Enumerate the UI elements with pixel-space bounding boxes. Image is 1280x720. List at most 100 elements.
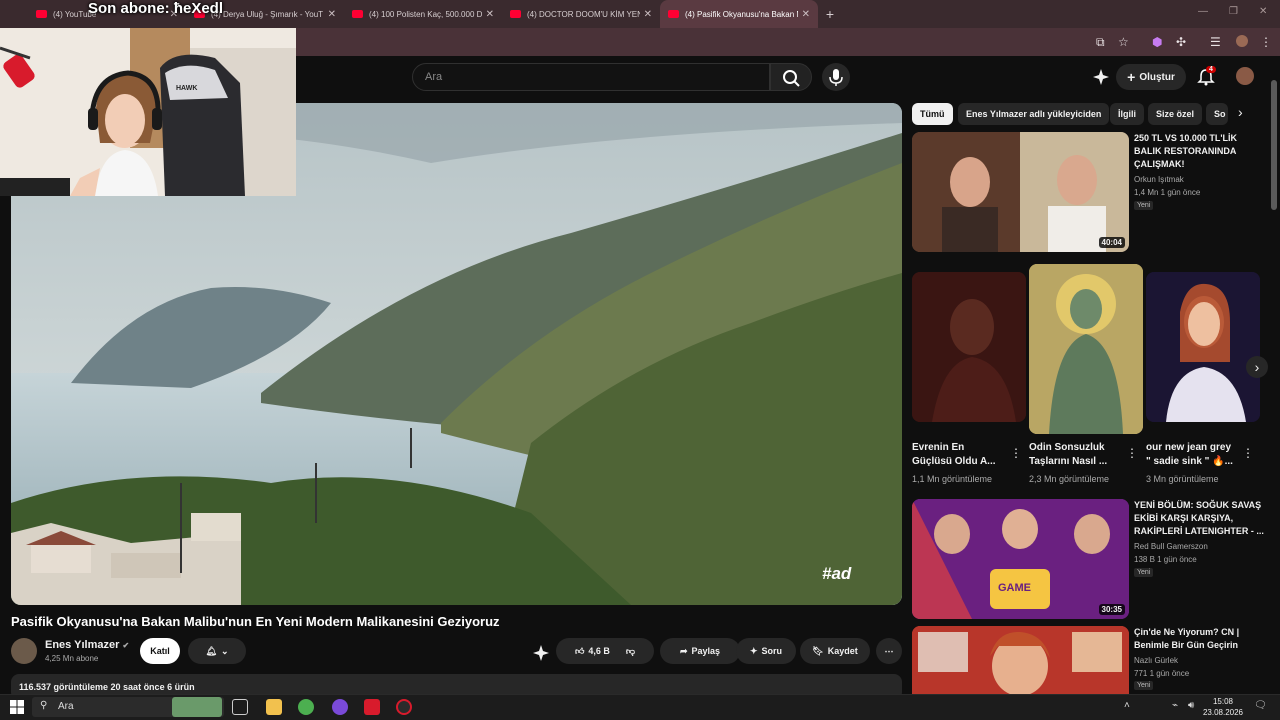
file-explorer-icon[interactable]: [266, 699, 282, 715]
thumbs-down-icon[interactable]: 👎︎: [626, 646, 635, 657]
title-line: " sadie sink " 🔥...: [1146, 456, 1233, 467]
taskbar-search-icon: ⚲: [40, 700, 48, 711]
obs-icon[interactable]: [396, 699, 412, 715]
windows-start-icon[interactable]: [10, 700, 24, 714]
title-line: ÇALIŞMAK!: [1134, 159, 1185, 169]
chip-all[interactable]: Tümü: [912, 103, 953, 125]
share-button[interactable]: ➦ Paylaş: [660, 638, 740, 664]
create-button[interactable]: + Oluştur: [1116, 64, 1186, 90]
discord-icon[interactable]: [332, 699, 348, 715]
volume-icon[interactable]: 🔊︎: [1188, 700, 1194, 711]
new-badge: Yeni: [1134, 681, 1154, 690]
maximize-icon[interactable]: ❐: [1229, 6, 1238, 17]
menu-list-icon[interactable]: ☰: [1210, 35, 1221, 49]
recommendation-title[interactable]: 250 TL VS 10.000 TL'LİK BALIK RESTORANIND…: [1134, 132, 1237, 171]
title-line: Taşlarını Nasıl ...: [1029, 456, 1108, 467]
more-actions-button[interactable]: ⋯: [876, 638, 902, 664]
app-icon[interactable]: [364, 699, 380, 715]
short-title[interactable]: Evrenin En Güçlüsü Oldu A...: [912, 441, 996, 469]
notification-count-badge: 4: [1206, 66, 1216, 73]
notification-center-icon[interactable]: 🗨︎: [1254, 700, 1267, 711]
install-icon[interactable]: ⧉: [1096, 35, 1105, 50]
webcam-image: HAWK: [0, 28, 296, 196]
close-icon[interactable]: ✕: [644, 9, 652, 20]
short-title[interactable]: our new jean grey " sadie sink " 🔥...: [1146, 441, 1233, 469]
chip-overflow[interactable]: So: [1206, 103, 1228, 125]
bookmark-icon: 🔖︎: [812, 645, 824, 656]
like-dislike-group: 👍︎ 4,6 B 👎︎: [556, 638, 654, 664]
search-highlight-image: [172, 697, 222, 717]
recommendation-channel[interactable]: Red Bull Gamerszon: [1134, 540, 1208, 553]
recommendation-channel[interactable]: Orkun Işıtmak: [1134, 173, 1184, 186]
task-view-icon[interactable]: [232, 699, 248, 715]
short-thumbnail[interactable]: [1146, 272, 1260, 422]
gemini-sparkle-icon[interactable]: [1092, 68, 1110, 86]
close-icon[interactable]: ✕: [328, 9, 336, 20]
ask-button[interactable]: ✦ Soru: [736, 638, 796, 664]
join-button[interactable]: Katıl: [140, 638, 180, 664]
thumbnail-image: [1029, 264, 1143, 434]
close-icon[interactable]: ✕: [486, 9, 494, 20]
extension-icon[interactable]: ⬢: [1152, 35, 1162, 49]
shorts-next-button[interactable]: ›: [1246, 356, 1268, 378]
recommendation-title[interactable]: Çin'de Ne Yiyorum? CN | Benimle Bir Gün G…: [1134, 626, 1239, 652]
tray-chevron-up-icon[interactable]: ˄: [1124, 700, 1130, 711]
recommendation-channel[interactable]: Nazlı Gürlek: [1134, 654, 1178, 667]
page-scrollbar[interactable]: [1270, 60, 1278, 700]
profile-avatar[interactable]: [1236, 35, 1248, 47]
subscription-bell-button[interactable]: 🔔︎ ⌄: [188, 638, 246, 664]
sparkle-icon: ✦: [749, 645, 758, 656]
more-vertical-icon[interactable]: ⋮: [1126, 446, 1138, 460]
puzzle-icon[interactable]: ✣: [1176, 35, 1186, 49]
recommendation-title[interactable]: YENİ BÖLÜM: SOĞUK SAVAŞ EKİBİ KARŞI KARŞI…: [1134, 499, 1264, 538]
recommendation-thumbnail[interactable]: [912, 626, 1129, 694]
ask-sparkle-icon[interactable]: [532, 644, 550, 662]
new-tab-button[interactable]: +: [818, 6, 842, 22]
recommendation-thumbnail[interactable]: 40:04: [912, 132, 1129, 252]
search-input[interactable]: Ara: [412, 63, 770, 91]
stream-overlay-text: Son abone: ħeXedl: [88, 0, 224, 17]
youtube-icon: [668, 10, 679, 18]
close-icon[interactable]: ✕: [802, 9, 810, 20]
like-count[interactable]: 4,6 B: [588, 646, 610, 656]
scrollbar-thumb[interactable]: [1271, 80, 1277, 210]
browser-tab[interactable]: (4) DOCTOR DOOM'U KİM YENE ✕: [502, 0, 660, 28]
youtube-icon: [36, 10, 47, 18]
more-vertical-icon[interactable]: ⋮: [1242, 446, 1254, 460]
more-vertical-icon[interactable]: ⋮: [1260, 35, 1272, 49]
thumbnail-image: GAME: [912, 499, 1129, 619]
bookmark-star-icon[interactable]: ☆: [1118, 35, 1129, 49]
recommendation-thumbnail[interactable]: GAME 30:35: [912, 499, 1129, 619]
more-vertical-icon[interactable]: ⋮: [1010, 446, 1022, 460]
network-icon[interactable]: ⌁: [1172, 700, 1178, 711]
chevron-right-icon[interactable]: ›: [1238, 104, 1243, 120]
youtube-icon: [352, 10, 363, 18]
close-window-icon[interactable]: ✕: [1259, 6, 1267, 17]
title-line: Benimle Bir Gün Geçirin: [1134, 640, 1239, 650]
channel-name-text: Enes Yılmazer: [45, 639, 120, 651]
title-line: Güçlüsü Oldu A...: [912, 456, 996, 467]
search-button[interactable]: [770, 63, 812, 91]
browser-tab-active[interactable]: (4) Pasifik Okyanusu'na Bakan M ✕: [660, 0, 818, 28]
taskbar-clock[interactable]: 15:08 23.08.2026: [1200, 696, 1246, 718]
chrome-icon[interactable]: [298, 699, 314, 715]
short-thumbnail[interactable]: [1029, 264, 1143, 434]
save-button[interactable]: 🔖︎ Kaydet: [800, 638, 870, 664]
short-title[interactable]: Odin Sonsuzluk Taşlarını Nasıl ...: [1029, 441, 1107, 469]
chip-related[interactable]: İlgili: [1110, 103, 1144, 125]
ask-label: Soru: [761, 646, 783, 656]
clock-time: 15:08: [1212, 697, 1234, 706]
short-thumbnail[interactable]: [912, 272, 1026, 422]
title-line: Odin Sonsuzluk: [1029, 442, 1105, 453]
share-label: Paylaş: [691, 646, 721, 656]
browser-tab[interactable]: (4) 100 Polisten Kaç, 500.000 D ✕: [344, 0, 502, 28]
save-label: Kaydet: [827, 646, 858, 656]
minimize-icon[interactable]: —: [1198, 6, 1208, 17]
voice-search-button[interactable]: [822, 63, 850, 91]
channel-avatar[interactable]: [11, 638, 37, 664]
account-avatar[interactable]: [1236, 67, 1254, 85]
chip-from-uploader[interactable]: Enes Yılmazer adlı yükleyiciden: [958, 103, 1110, 125]
thumbs-up-icon[interactable]: 👍︎: [575, 646, 584, 657]
channel-name[interactable]: Enes Yılmazer ✔: [45, 639, 129, 651]
chip-for-you[interactable]: Size özel: [1148, 103, 1203, 125]
